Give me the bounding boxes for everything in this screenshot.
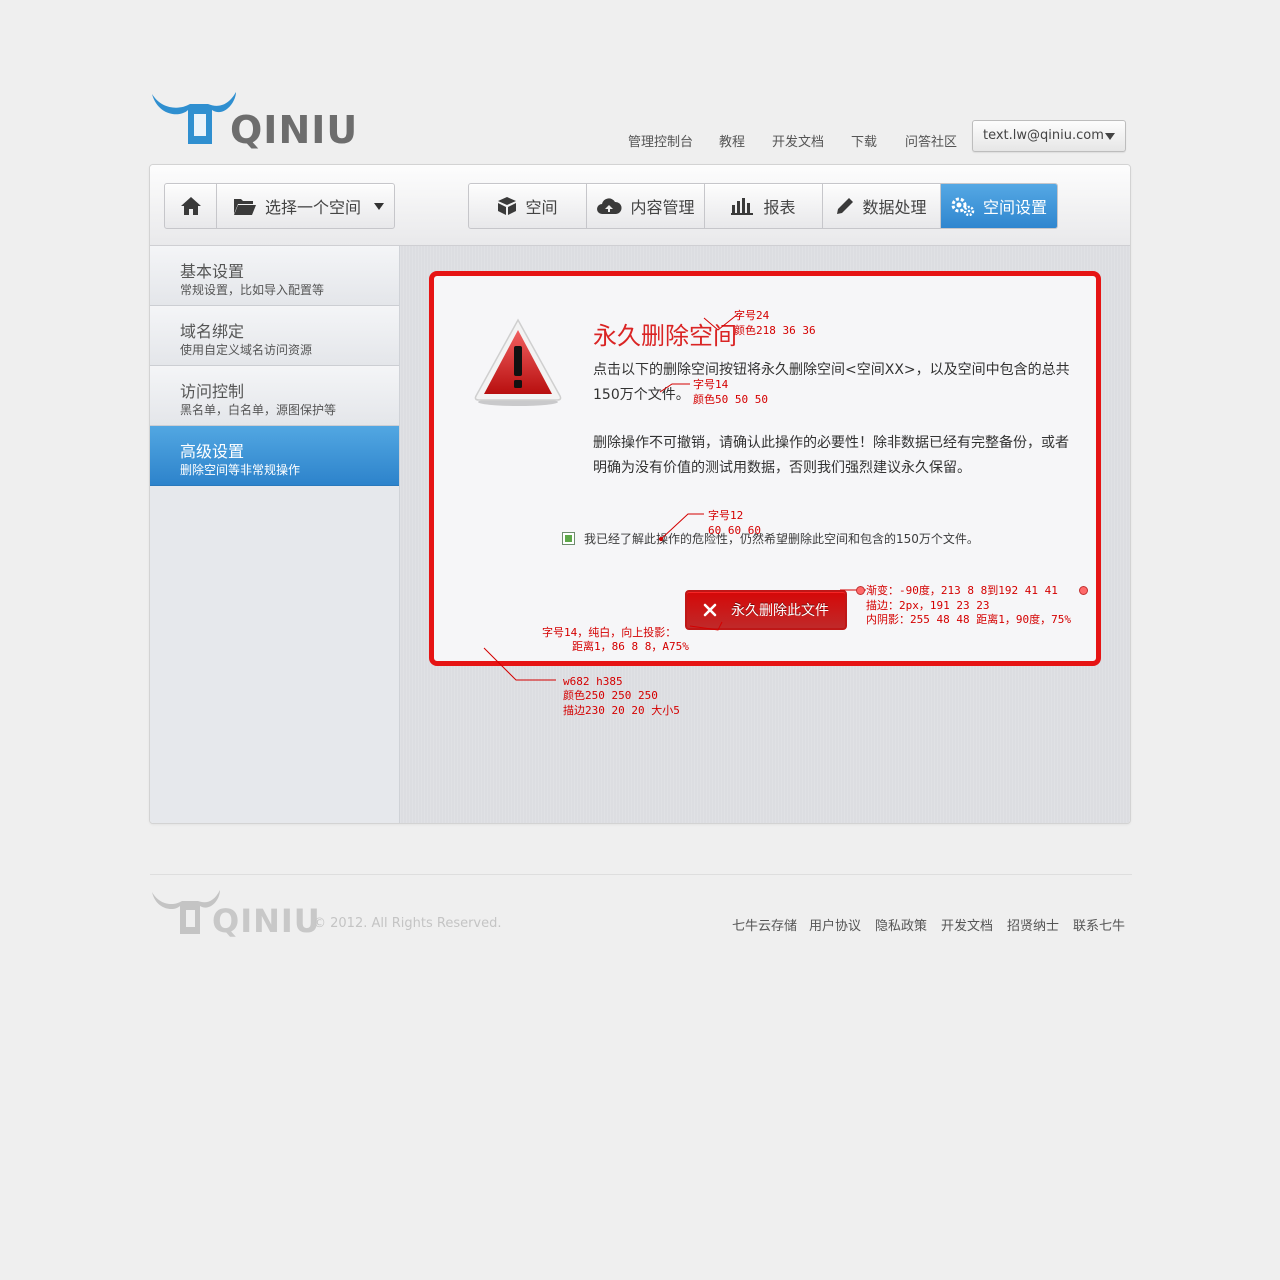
footer-link-contact[interactable]: 联系七牛	[1073, 915, 1125, 934]
annotation-checkbox-font: 字号12	[708, 509, 744, 522]
annotation-body-font: 字号14	[693, 378, 729, 391]
copyright: © 2012. All Rights Reserved.	[313, 916, 502, 931]
annotation-box-size: w682 h385	[563, 675, 623, 688]
annotation-button-shadow: 内阴影：255 48 48 距离1，90度，75%	[866, 613, 1071, 626]
footer-wordmark: QINIU	[212, 902, 321, 940]
annotation-button-text: 字号14，纯白，向上投影：	[542, 626, 677, 639]
annotation-marker	[856, 586, 865, 595]
annotation-box-border: 描边230 20 20 大小5	[563, 704, 680, 717]
annotation-title-font: 字号24	[734, 309, 770, 322]
annotation-marker	[1079, 586, 1088, 595]
footer-divider	[150, 874, 1132, 875]
annotation-title-color: 颜色218 36 36	[734, 324, 816, 337]
annotation-button-border: 描边：2px，191 23 23	[866, 599, 990, 612]
annotation-button-text-shadow: 距离1，86 8 8，A75%	[572, 640, 689, 653]
footer-link-careers[interactable]: 招贤纳士	[1007, 915, 1059, 934]
footer-link-privacy[interactable]: 隐私政策	[875, 915, 927, 934]
footer-link-terms[interactable]: 用户协议	[809, 915, 861, 934]
footer-link-storage[interactable]: 七牛云存储	[732, 915, 797, 934]
annotation-body-color: 颜色50 50 50	[693, 393, 768, 406]
footer-link-docs[interactable]: 开发文档	[941, 915, 993, 934]
annotation-button-gradient: 渐变：-90度，213 8 8到192 41 41	[866, 584, 1058, 597]
annotation-checkbox-color: 60 60 60	[708, 524, 761, 537]
annotation-box-color: 颜色250 250 250	[563, 689, 658, 702]
